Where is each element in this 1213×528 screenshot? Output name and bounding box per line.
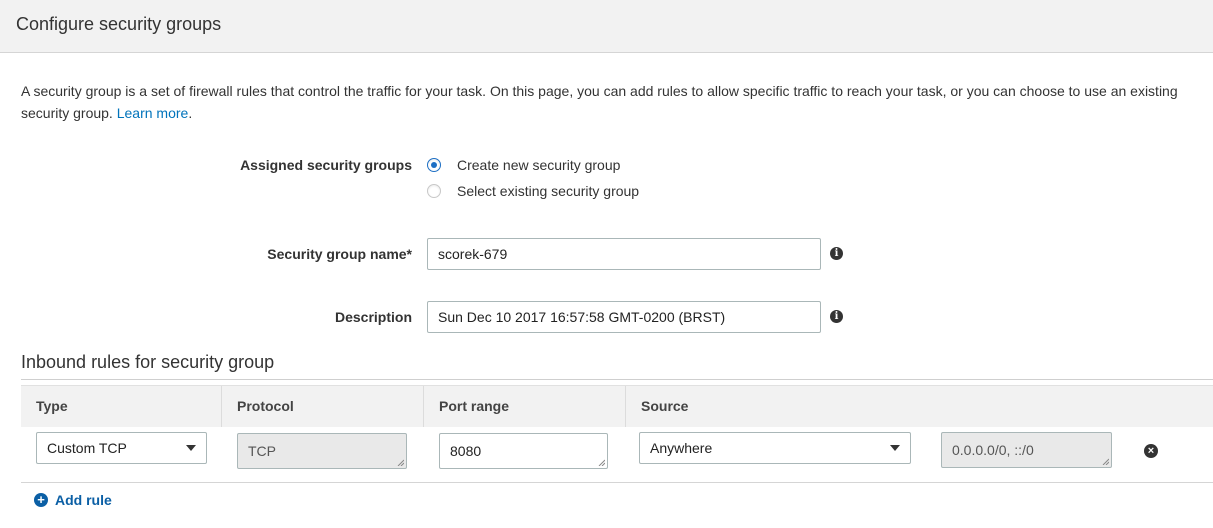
- protocol-field: TCP: [237, 433, 407, 469]
- type-select-value: Custom TCP: [47, 440, 127, 456]
- column-header-protocol: Protocol: [222, 386, 424, 427]
- source-select-value: Anywhere: [650, 440, 713, 456]
- type-select[interactable]: Custom TCP: [36, 432, 207, 464]
- cidr-value: 0.0.0.0/0, ::/0: [952, 442, 1034, 458]
- info-icon[interactable]: i: [830, 310, 843, 323]
- security-group-name-label: Security group name*: [267, 246, 412, 262]
- intro-text: A security group is a set of firewall ru…: [21, 80, 1201, 124]
- radio-button-checked[interactable]: [427, 158, 441, 172]
- radio-select-existing[interactable]: Select existing security group: [427, 181, 639, 201]
- inbound-rules-title: Inbound rules for security group: [21, 352, 275, 372]
- cidr-field: 0.0.0.0/0, ::/0: [941, 432, 1112, 468]
- chevron-down-icon: [890, 445, 900, 451]
- rules-table-header: Type Protocol Port range Source: [21, 385, 1213, 427]
- row-divider: [21, 482, 1213, 483]
- resize-grip-icon: [397, 459, 404, 466]
- intro-trailing: .: [188, 105, 193, 121]
- page-header: Configure security groups: [0, 0, 1213, 53]
- plus-circle-icon: +: [34, 493, 48, 507]
- source-select[interactable]: Anywhere: [639, 432, 911, 464]
- description-label: Description: [334, 309, 412, 325]
- port-range-value: 8080: [450, 443, 482, 459]
- radio-create-new[interactable]: Create new security group: [427, 155, 620, 175]
- port-range-input[interactable]: 8080: [439, 433, 608, 469]
- column-header-type: Type: [21, 386, 222, 427]
- column-header-port-range: Port range: [424, 386, 626, 427]
- add-rule-label: Add rule: [55, 492, 112, 508]
- description-input[interactable]: [427, 301, 821, 333]
- security-group-name-input[interactable]: [427, 238, 821, 270]
- page-title: Configure security groups: [16, 14, 222, 34]
- learn-more-link[interactable]: Learn more: [117, 105, 189, 121]
- radio-create-new-label: Create new security group: [457, 157, 621, 173]
- protocol-value: TCP: [248, 443, 276, 459]
- radio-select-existing-label: Select existing security group: [457, 183, 640, 199]
- info-icon[interactable]: i: [830, 247, 843, 260]
- assigned-security-groups-label: Assigned security groups: [240, 157, 412, 173]
- add-rule-button[interactable]: + Add rule: [34, 490, 112, 510]
- section-divider: [21, 379, 1213, 380]
- radio-button-unchecked[interactable]: [427, 184, 441, 198]
- resize-grip-icon: [598, 459, 605, 466]
- resize-grip-icon: [1102, 458, 1109, 465]
- column-header-source: Source: [641, 398, 689, 414]
- remove-rule-close-icon[interactable]: ×: [1144, 444, 1158, 458]
- intro-description: A security group is a set of firewall ru…: [21, 83, 1178, 121]
- chevron-down-icon: [186, 445, 196, 451]
